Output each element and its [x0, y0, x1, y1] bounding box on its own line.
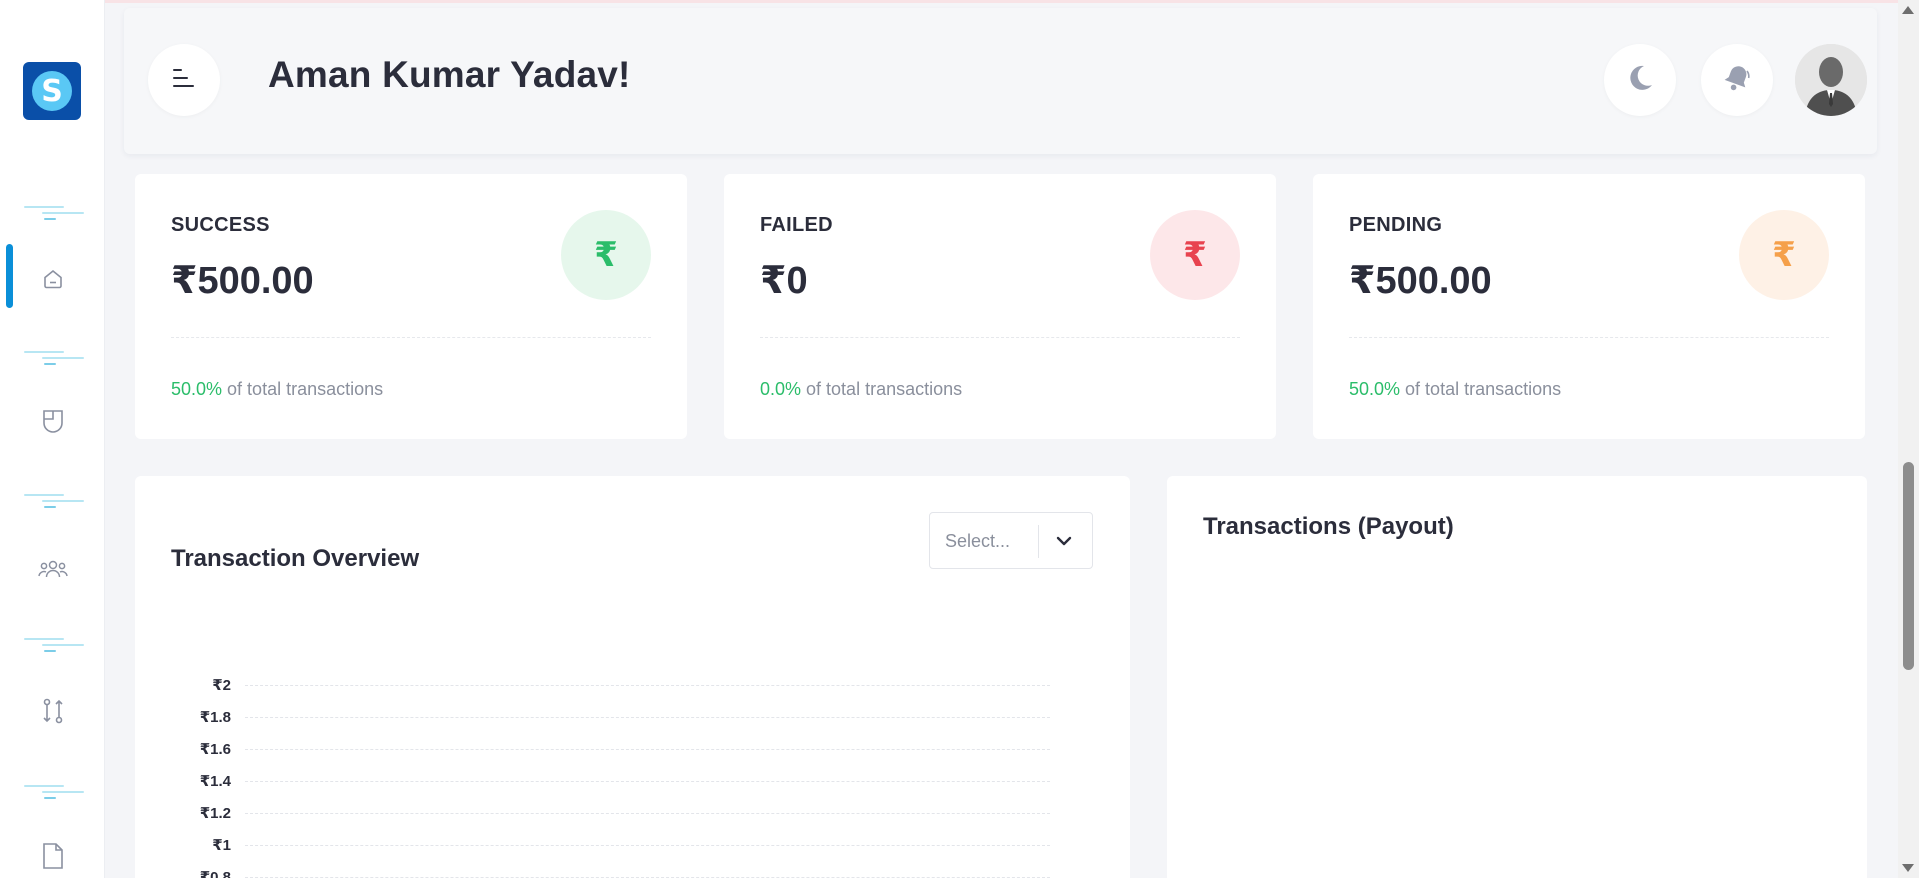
app-logo[interactable]: S [23, 62, 81, 120]
card-percent: 0.0% [760, 379, 802, 399]
home-icon[interactable] [36, 262, 70, 296]
card-percent: 50.0% [171, 379, 223, 399]
grid-line [245, 781, 1050, 782]
card-label: SUCCESS [171, 214, 270, 236]
grid-line [245, 813, 1050, 814]
payout-panel: Transactions (Payout) [1167, 476, 1867, 878]
card-percent: 50.0% [1349, 379, 1401, 399]
bell-icon [1721, 62, 1753, 99]
top-header: Aman Kumar Yadav! [124, 8, 1877, 154]
y-tick-label: ₹1.4 [199, 773, 231, 790]
select-separator [1038, 525, 1039, 558]
sidebar-divider [24, 785, 84, 799]
rupee-icon: ₹ [1150, 210, 1240, 300]
y-tick-label: ₹1.2 [199, 805, 231, 822]
page-title: Aman Kumar Yadav! [268, 54, 631, 95]
grid-line [245, 685, 1050, 686]
y-tick-label: ₹1.8 [199, 709, 231, 726]
moon-icon [1625, 63, 1655, 98]
y-tick-label: ₹0.8 [199, 869, 231, 878]
period-select[interactable]: Select... [929, 512, 1093, 569]
grid-line [245, 845, 1050, 846]
panel-title: Transaction Overview [171, 545, 420, 572]
rupee-icon: ₹ [1739, 210, 1829, 300]
card-footer-text: of total transactions [1405, 379, 1562, 399]
document-icon[interactable] [36, 839, 70, 873]
sidebar-divider [24, 351, 84, 365]
top-accent-line [0, 0, 1919, 3]
chevron-down-icon[interactable] [1051, 528, 1077, 554]
rupee-icon: ₹ [561, 210, 651, 300]
card-footer: 50.0% of total transactions [1349, 379, 1561, 400]
failed-card: FAILED ₹0 ₹ 0.0% of total transactions [724, 174, 1276, 439]
card-label: FAILED [760, 214, 833, 236]
y-tick-label: ₹1.6 [199, 741, 231, 758]
card-value: ₹0 [760, 260, 808, 302]
card-footer-text: of total transactions [806, 379, 963, 399]
y-tick-label: ₹2 [212, 677, 231, 694]
shield-icon[interactable] [36, 404, 70, 438]
card-value: ₹500.00 [171, 260, 314, 302]
pending-card: PENDING ₹500.00 ₹ 50.0% of total transact… [1313, 174, 1865, 439]
sidebar-divider [24, 494, 84, 508]
menu-toggle-button[interactable] [148, 44, 220, 116]
scroll-up-arrow[interactable] [1902, 6, 1914, 14]
user-avatar[interactable] [1795, 44, 1867, 116]
menu-icon [171, 67, 197, 94]
page-scrollbar[interactable] [1898, 0, 1919, 878]
sidebar-divider [24, 206, 84, 220]
card-footer-text: of total transactions [227, 379, 384, 399]
transfer-icon[interactable] [36, 694, 70, 728]
card-divider [171, 337, 651, 338]
card-divider [760, 337, 1240, 338]
grid-line [245, 749, 1050, 750]
panel-title: Transactions (Payout) [1203, 513, 1454, 540]
card-label: PENDING [1349, 214, 1443, 236]
scroll-down-arrow[interactable] [1902, 864, 1914, 872]
logo-mark: S [32, 71, 72, 111]
card-divider [1349, 337, 1829, 338]
y-tick-label: ₹1 [212, 837, 231, 854]
sidebar-divider [24, 638, 84, 652]
card-footer: 50.0% of total transactions [171, 379, 383, 400]
card-footer: 0.0% of total transactions [760, 379, 962, 400]
active-indicator [6, 244, 13, 308]
grid-line [245, 717, 1050, 718]
users-icon[interactable] [36, 552, 70, 586]
sidebar: S [0, 0, 105, 878]
transaction-overview-panel: Transaction Overview Select... ₹2 ₹1.8 ₹1.… [135, 476, 1130, 878]
scroll-thumb[interactable] [1903, 462, 1914, 670]
theme-toggle-button[interactable] [1604, 44, 1676, 116]
notifications-button[interactable] [1701, 44, 1773, 116]
success-card: SUCCESS ₹500.00 ₹ 50.0% of total transact… [135, 174, 687, 439]
card-value: ₹500.00 [1349, 260, 1492, 302]
select-placeholder: Select... [945, 531, 1011, 551]
